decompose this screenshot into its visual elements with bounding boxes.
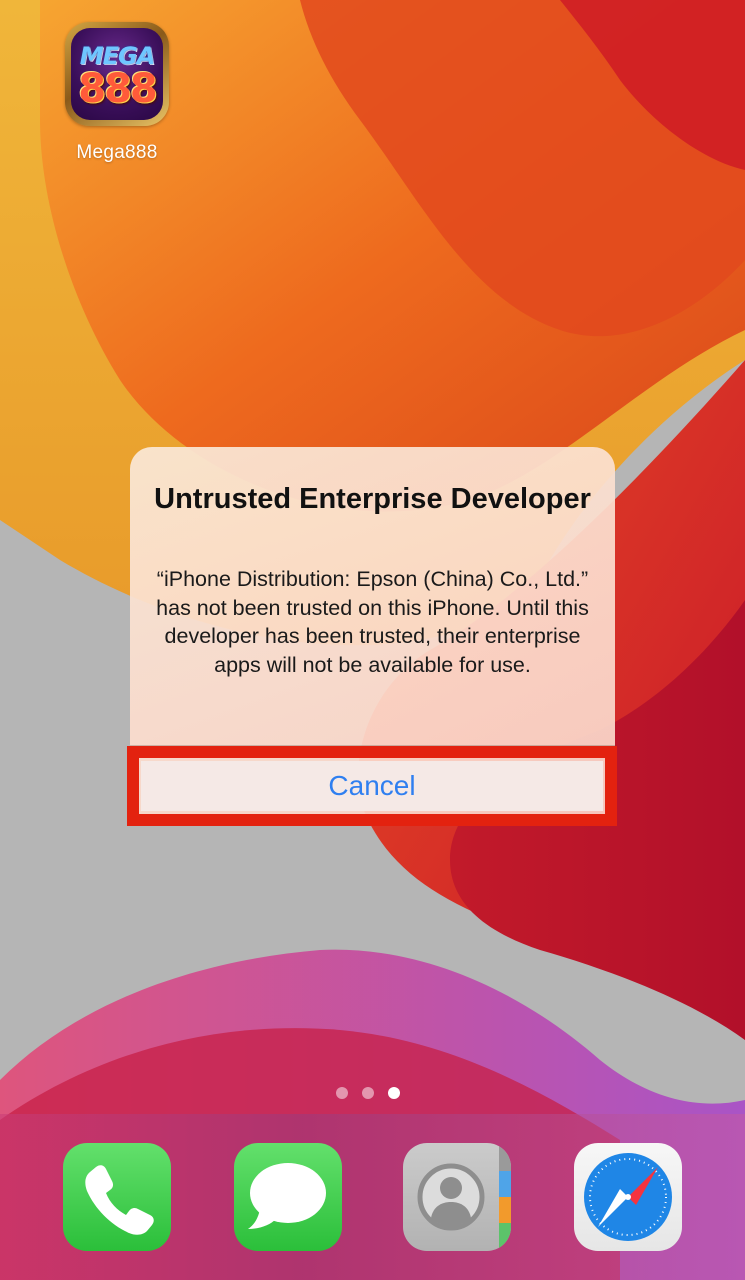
cancel-button[interactable]: Cancel (141, 761, 603, 811)
page-dot[interactable] (362, 1087, 374, 1099)
phone-app[interactable] (63, 1143, 171, 1251)
page-indicator[interactable] (336, 1087, 400, 1099)
messages-app[interactable] (234, 1143, 342, 1251)
alert-title: Untrusted Enterprise Developer (154, 483, 591, 515)
contacts-icon (417, 1143, 511, 1251)
phone-icon (85, 1165, 154, 1235)
mega888-app-label: Mega888 (76, 142, 158, 163)
safari-app[interactable] (574, 1143, 682, 1251)
mega888-app[interactable]: MEGA 888 Mega888 (62, 22, 172, 164)
contacts-app[interactable] (403, 1143, 511, 1251)
page-dot[interactable] (336, 1087, 348, 1099)
alert-message: “iPhone Distribution: Epson (China) Co.,… (156, 567, 589, 677)
home-screen: MEGA 888 Mega888 Untrusted Enterprise De… (0, 0, 745, 1280)
mega888-icon-number: 888 (78, 66, 158, 112)
messages-icon (248, 1163, 326, 1229)
mega888-app-icon: MEGA 888 (65, 22, 169, 126)
page-dot-active[interactable] (388, 1087, 400, 1099)
safari-compass-icon (584, 1153, 672, 1241)
